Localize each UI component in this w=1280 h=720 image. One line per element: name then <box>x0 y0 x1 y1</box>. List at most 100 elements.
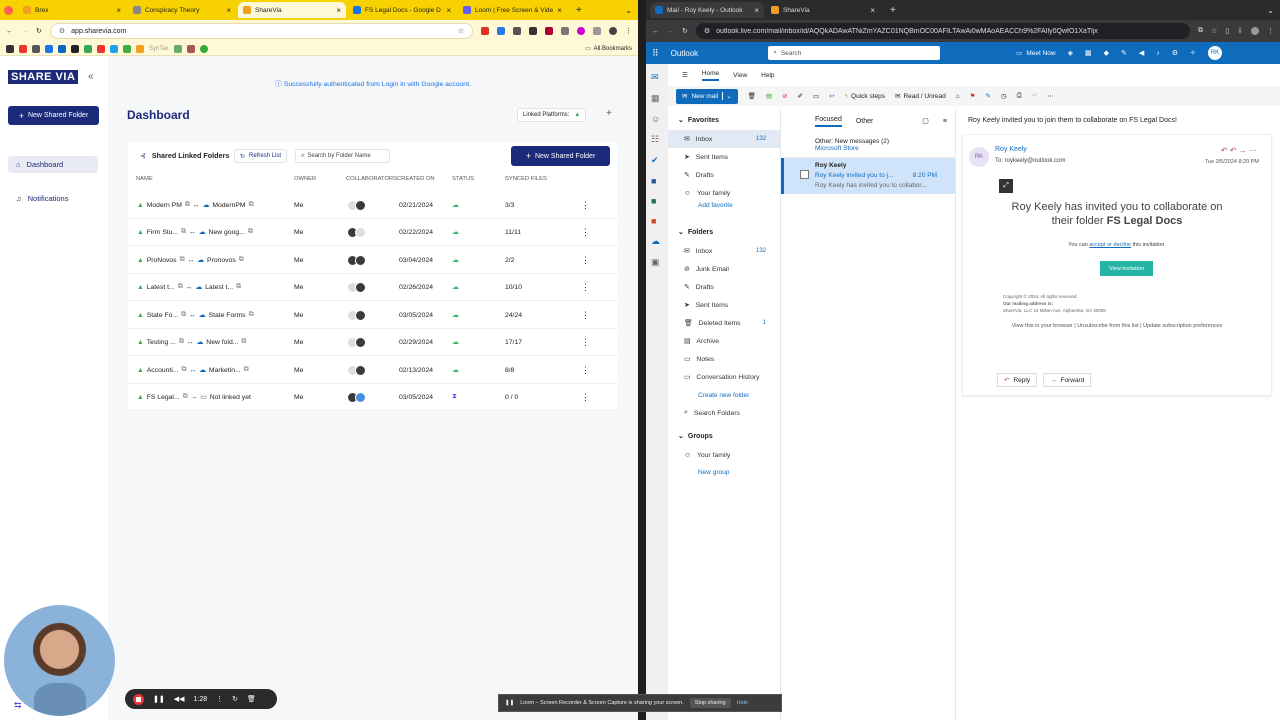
row-menu-icon[interactable]: ⋮ <box>581 255 590 266</box>
favorite-item[interactable]: ✎ Drafts <box>668 166 780 184</box>
external-link-icon[interactable]: ⧉ <box>181 366 186 374</box>
folder-item[interactable]: ▤ Archive <box>668 332 780 350</box>
forward-icon[interactable]: → <box>667 28 674 35</box>
table-row[interactable]: ▲ Firm Stu... ⧉ ↔ ☁ New goog... ⧉ Me 02/… <box>128 219 617 246</box>
tab-help[interactable]: Help <box>761 72 774 79</box>
bookmark-icon[interactable] <box>97 44 105 53</box>
bookmark-icon[interactable] <box>19 44 27 53</box>
stop-sharing-button[interactable]: Stop sharing <box>689 698 731 708</box>
row-menu-icon[interactable]: ⋮ <box>581 392 590 403</box>
tab-home[interactable]: Home <box>701 70 720 81</box>
extension-icon[interactable] <box>577 27 585 35</box>
bookmark-icon[interactable] <box>199 44 208 53</box>
message-item-selected[interactable]: Roy Keely Roy Keely invited you to j... … <box>781 158 955 194</box>
pin-icon[interactable]: ✎ <box>986 92 991 100</box>
reload-icon[interactable]: ↻ <box>36 27 42 35</box>
stop-record-button[interactable] <box>133 693 144 705</box>
delete-icon[interactable]: 🗑 <box>748 92 756 100</box>
close-tab-icon[interactable]: × <box>446 6 451 15</box>
external-link-icon[interactable]: ⧉ <box>180 256 185 264</box>
close-tab-icon[interactable]: × <box>116 6 121 15</box>
folder-item[interactable]: ⌕ Search Folders <box>668 404 780 422</box>
profile-avatar[interactable] <box>1251 27 1259 35</box>
folder-item[interactable]: ✎ Drafts <box>668 278 780 296</box>
loom-icon[interactable]: ⇆ <box>14 700 22 711</box>
site-info-icon[interactable]: ⚙ <box>59 27 65 35</box>
folder-item[interactable]: 🗑 Deleted Items 1 <box>668 314 780 332</box>
external-link-icon[interactable]: ⧉ <box>185 201 190 209</box>
bookmark-icon[interactable] <box>123 44 131 53</box>
report-icon[interactable]: ⊘ <box>782 92 787 100</box>
extension-icon[interactable] <box>481 27 489 35</box>
external-link-icon[interactable]: ⧉ <box>239 256 244 264</box>
create-folder-link[interactable]: Create new folder <box>668 386 780 404</box>
col-collaborators[interactable]: COLLABORATORS <box>346 176 397 182</box>
url-text[interactable]: app.sharevia.com <box>71 28 126 35</box>
external-link-icon[interactable]: ⧉ <box>236 283 241 291</box>
hamburger-icon[interactable]: ☰ <box>682 71 688 79</box>
drawing-icon[interactable]: ⋮ <box>216 695 223 703</box>
pause-icon[interactable]: ❚❚ <box>153 695 165 703</box>
avatar[interactable] <box>355 391 366 403</box>
avatar[interactable] <box>355 199 366 211</box>
close-window-icon[interactable] <box>4 5 13 15</box>
accept-decline-link[interactable]: accept or decline <box>1089 242 1131 248</box>
new-shared-folder-button[interactable]: + New Shared Folder <box>8 106 99 125</box>
reply-button[interactable]: ↶ Reply <box>997 373 1038 387</box>
folders-header[interactable]: ⌄ Folders <box>668 222 780 242</box>
table-row[interactable]: ▲ Modern PM ⧉ ↔ ☁ ModernPM ⧉ Me 02/21/20… <box>128 192 617 219</box>
onedrive-icon[interactable]: ☁ <box>651 236 663 247</box>
back-icon[interactable]: ← <box>6 28 13 35</box>
view-invitation-button[interactable]: View invitation <box>1100 261 1153 276</box>
sweep-icon[interactable]: ✐ <box>798 92 803 100</box>
bookmark-icon[interactable] <box>173 44 182 53</box>
close-tab-icon[interactable]: × <box>557 6 562 15</box>
col-name[interactable]: NAME <box>136 176 153 182</box>
table-row[interactable]: ▲ Testing ... ⧉ ↔ ☁ New fold... ⧉ Me 02/… <box>128 329 617 356</box>
reply-all-icon[interactable]: ↩ <box>829 92 834 100</box>
browser-tab[interactable]: Conspiracy Theory × <box>128 2 236 18</box>
col-owner[interactable]: OWNER <box>294 176 316 182</box>
footer-links[interactable]: View this in your browser | Unsubscribe … <box>963 323 1271 329</box>
tag-icon[interactable]: ⌂ <box>956 93 960 100</box>
row-menu-icon[interactable]: ⋮ <box>581 282 590 293</box>
reply-icons[interactable]: ↶ ↶ → ⋯ <box>1221 146 1257 155</box>
collapse-sidebar-icon[interactable]: « <box>88 71 94 82</box>
sharevia-logo[interactable]: SHARE VIA <box>8 70 79 84</box>
menu-icon[interactable]: ⋮ <box>625 27 632 35</box>
filter-icon[interactable]: ≡ <box>943 118 947 125</box>
add-platform-icon[interactable]: + <box>606 108 612 119</box>
people-icon[interactable]: ☺ <box>651 114 663 124</box>
more-apps-icon[interactable]: ▣ <box>651 257 663 268</box>
bell-icon[interactable]: ♪ <box>1156 50 1160 57</box>
avatar[interactable] <box>355 309 366 321</box>
back-icon[interactable]: ← <box>652 28 659 35</box>
print-icon[interactable]: ⎙ <box>1017 92 1022 100</box>
close-tab-icon[interactable]: × <box>336 6 341 15</box>
bookmark-icon[interactable] <box>6 44 14 53</box>
browser-tab[interactable]: FS Legal Docs - Google D × <box>348 2 456 18</box>
new-mail-button[interactable]: ✉ New mail ⌄ <box>676 88 738 104</box>
megaphone-icon[interactable]: ◀ <box>1139 49 1144 57</box>
outlook-title[interactable]: Outlook <box>671 49 699 58</box>
tab-other[interactable]: Other <box>856 118 874 125</box>
url-text[interactable]: outlook.live.com/mail/inbox/id/AQQkADAwA… <box>716 28 1098 35</box>
app-launcher-icon[interactable]: ⠿ <box>652 48 659 59</box>
col-status[interactable]: STATUS <box>452 176 474 182</box>
diamond-icon[interactable]: ◆ <box>1104 49 1109 57</box>
external-link-icon[interactable]: ⧉ <box>248 228 253 236</box>
new-tab-icon[interactable]: + <box>576 5 582 16</box>
excel-icon[interactable]: ■ <box>651 196 663 206</box>
table-row[interactable]: ▲ Accounti... ⧉ ↔ ☁ Marketin... ⧉ Me 02/… <box>128 357 617 384</box>
hide-banner-button[interactable]: Hide <box>737 700 748 706</box>
bookmark-syntax[interactable]: SynTax <box>149 46 169 52</box>
todo-icon[interactable]: ✔ <box>651 155 663 166</box>
external-link-icon[interactable]: ⧉ <box>241 338 246 346</box>
folder-item[interactable]: ➤ Sent Items <box>668 296 780 314</box>
flag-icon[interactable]: ⚑ <box>970 92 976 100</box>
address-bar[interactable]: ⚙ outlook.live.com/mail/inbox/id/AQQkADA… <box>695 23 1190 39</box>
meet-now-button[interactable]: ▭ Meet Now <box>1016 49 1055 58</box>
powerpoint-icon[interactable]: ■ <box>651 216 663 226</box>
browser-tab[interactable]: ShareVia × <box>766 2 880 18</box>
folder-item[interactable]: ⊘ Junk Email <box>668 260 780 278</box>
